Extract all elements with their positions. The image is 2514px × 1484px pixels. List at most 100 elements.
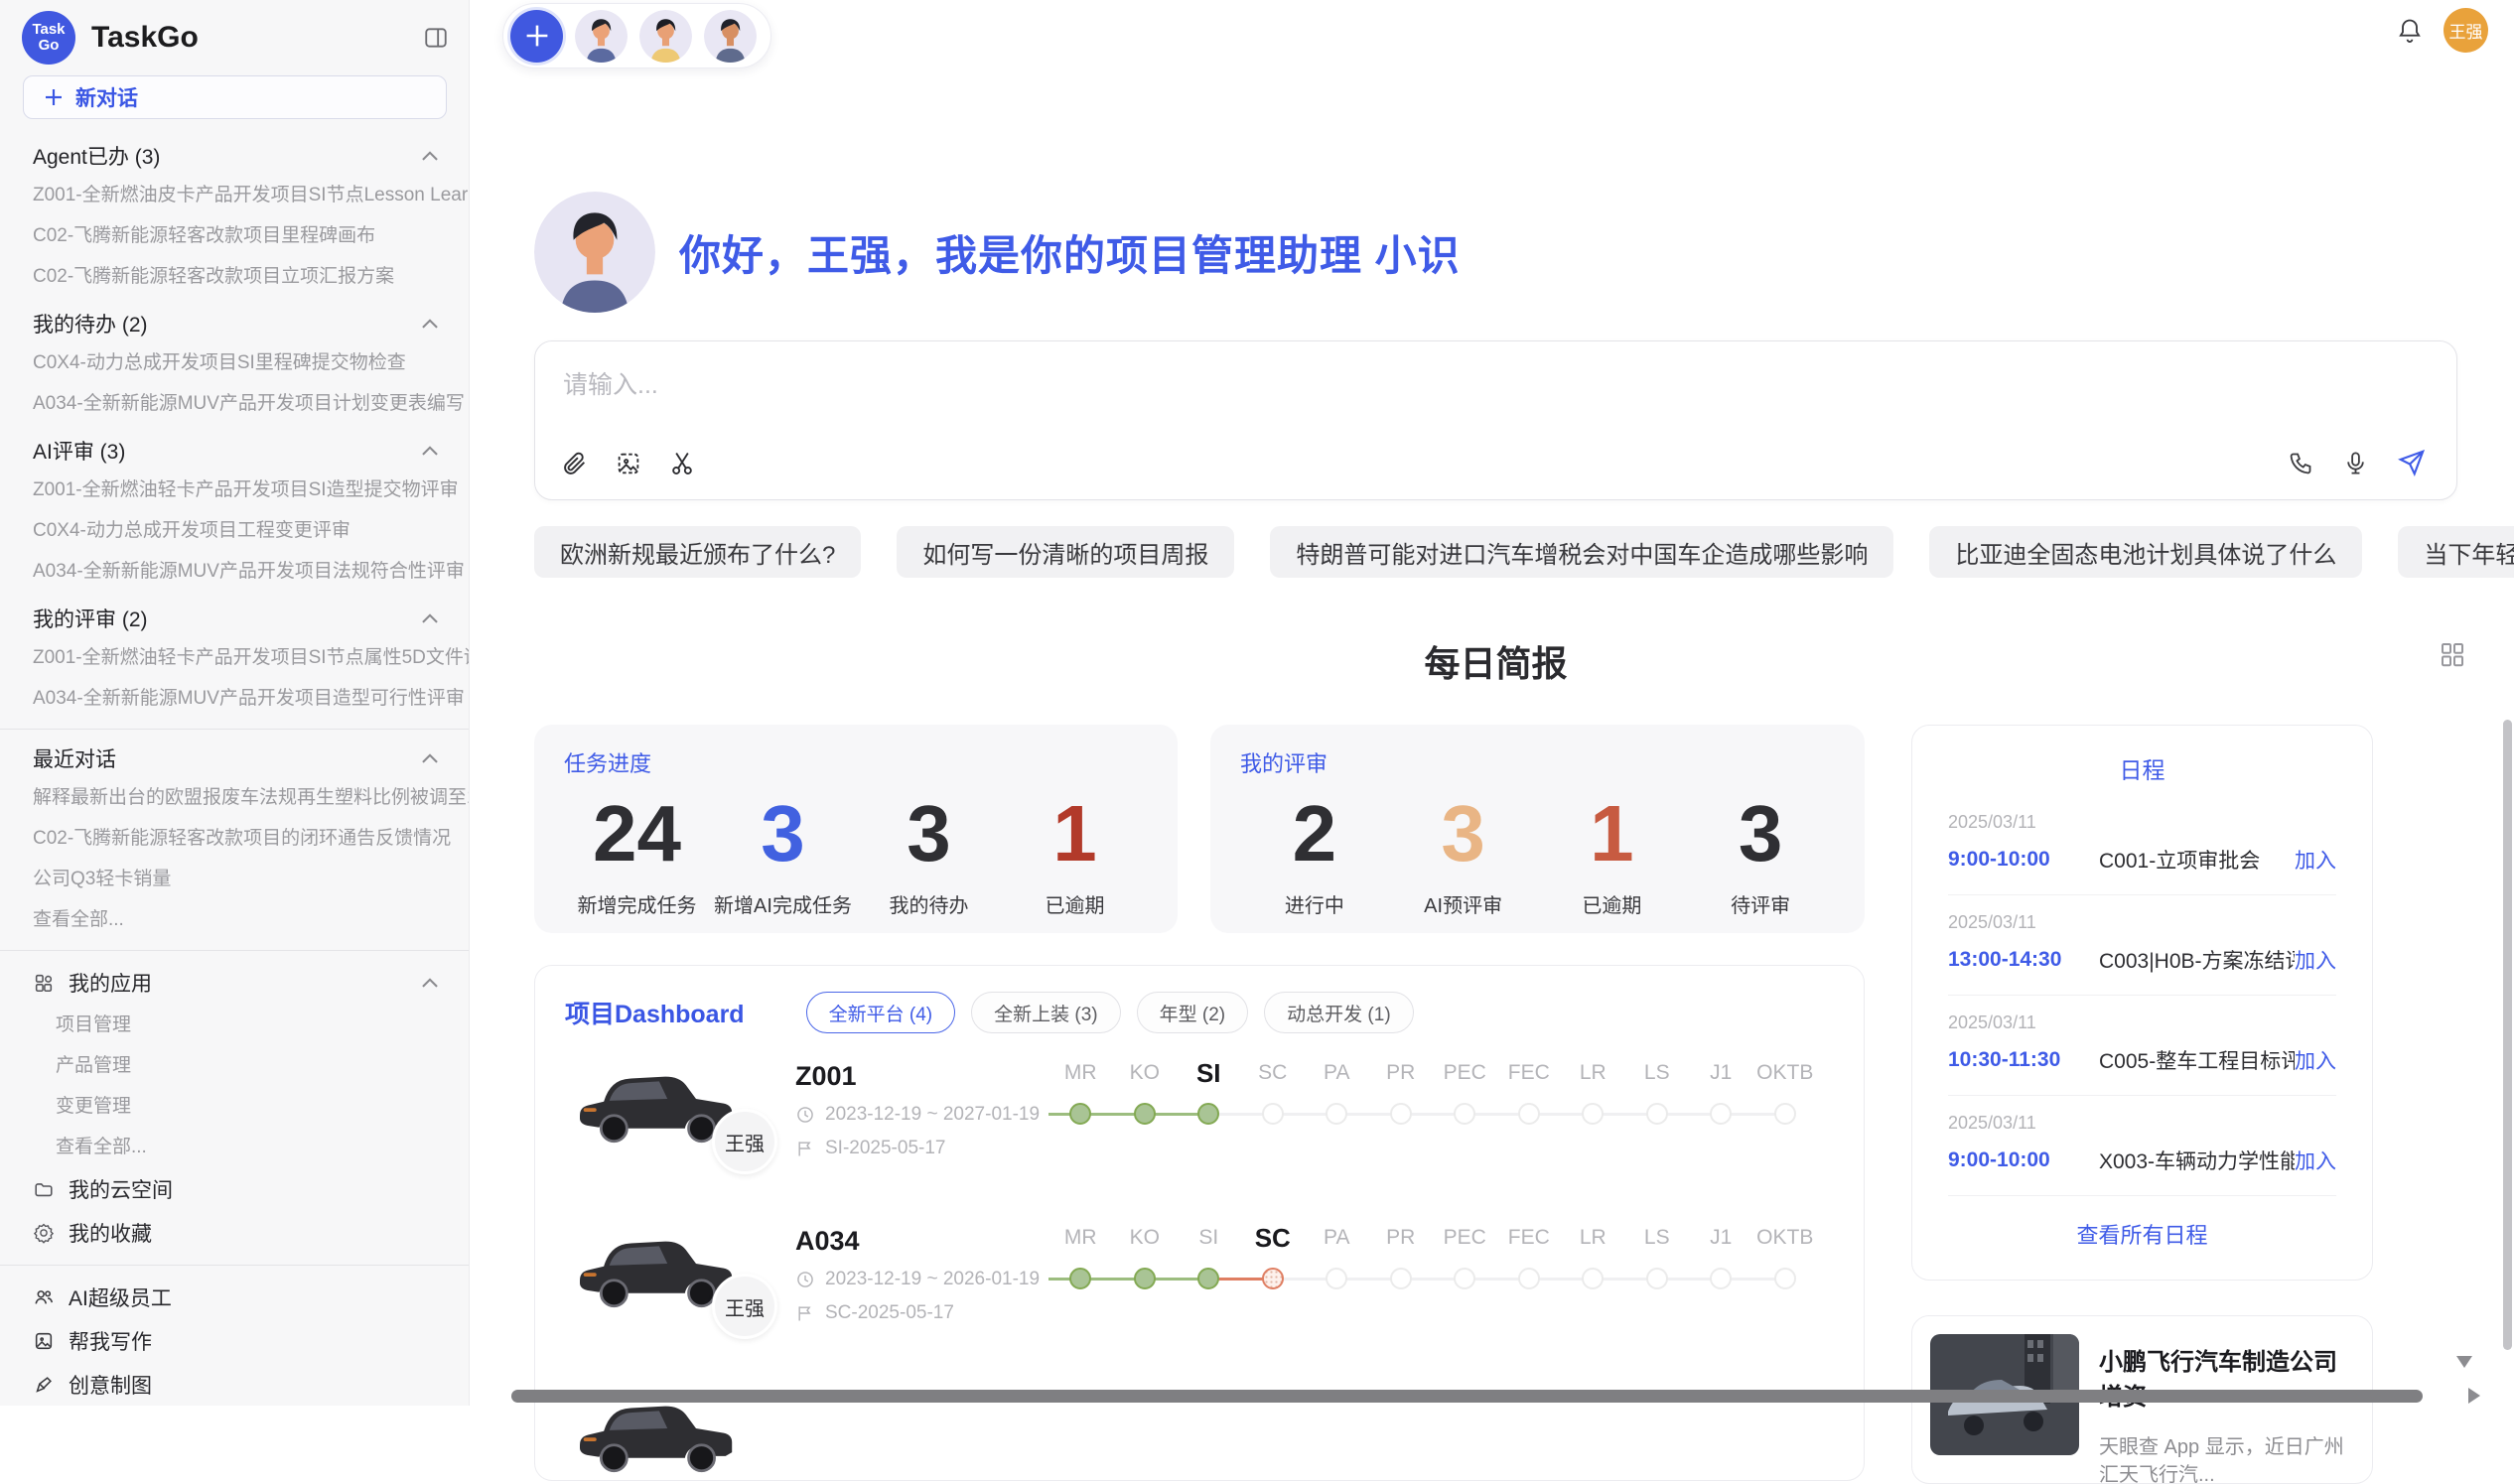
sidebar-task-item[interactable]: A034-全新新能源MUV产品开发项目法规符合性评审	[0, 551, 469, 592]
suggestion-chip[interactable]: 比亚迪全固态电池计划具体说了什么	[1929, 526, 2362, 578]
mic-icon[interactable]	[2342, 450, 2369, 476]
chevron-up-icon[interactable]	[421, 612, 439, 624]
recent-chat-item[interactable]: 公司Q3轻卡销量	[0, 859, 469, 899]
app-sub-item[interactable]: 产品管理	[0, 1045, 469, 1086]
milestone-dot	[1262, 1268, 1284, 1289]
event-title: C005-整车工程目标评审	[2099, 1045, 2295, 1075]
sidebar-task-item[interactable]: C02-飞腾新能源轻客改款项目里程碑画布	[0, 215, 469, 256]
stat-label: 我的待办	[856, 889, 1002, 918]
briefing-layout-icon[interactable]	[2438, 639, 2467, 669]
project-dates: 2023-12-19 ~ 2027-01-19	[825, 1104, 1040, 1126]
app-sub-item[interactable]: 变更管理	[0, 1086, 469, 1127]
stat-item: 24新增完成任务	[564, 788, 710, 918]
phone-icon[interactable]	[2288, 450, 2314, 476]
event-time: 9:00-10:00	[1948, 848, 2099, 872]
app-sub-item[interactable]: 项目管理	[0, 1005, 469, 1045]
sidebar-task-item[interactable]: Z001-全新燃油轻卡产品开发项目SI造型提交物评审	[0, 470, 469, 510]
attachment-icon[interactable]	[561, 450, 589, 477]
suggestion-chip[interactable]: 欧洲新规最近颁布了什么?	[534, 526, 861, 578]
sidebar-task-item[interactable]: Z001-全新燃油皮卡产品开发项目SI节点Lesson Learn报告	[0, 175, 469, 215]
milestone-dot	[1326, 1103, 1347, 1125]
sidebar-section-header[interactable]: 我的待办 (2)	[0, 305, 469, 342]
section-title: 我的待办 (2)	[33, 309, 148, 338]
send-icon[interactable]	[2397, 448, 2427, 477]
agent-avatar-2[interactable]	[639, 10, 692, 63]
dashboard-filter-pill[interactable]: 动总开发 (1)	[1264, 992, 1414, 1033]
scroll-right-arrow[interactable]	[2468, 1388, 2480, 1404]
sidebar-tool-drawing-icon[interactable]: 创意制图	[0, 1363, 469, 1406]
project-row[interactable]: 王强Z0012023-12-19 ~ 2027-01-19SI-2025-05-…	[565, 1047, 1834, 1198]
stat-value: 3	[856, 788, 1002, 879]
recent-chat-item[interactable]: 查看全部...	[0, 899, 469, 940]
join-link[interactable]: 加入	[2295, 845, 2336, 875]
sidebar-link-label: 我的收藏	[69, 1218, 439, 1248]
horizontal-scrollbar[interactable]	[511, 1390, 2423, 1403]
dashboard-filters: 全新平台 (4) 全新上装 (3) 年型 (2) 动总开发 (1)	[806, 992, 1430, 1033]
sidebar-task-item[interactable]: C02-飞腾新能源轻客改款项目立项汇报方案	[0, 256, 469, 297]
join-link[interactable]: 加入	[2295, 1146, 2336, 1175]
dashboard-filter-pill[interactable]: 年型 (2)	[1137, 992, 1249, 1033]
chat-input[interactable]	[549, 363, 2218, 407]
sidebar-task-item[interactable]: C0X4-动力总成开发项目工程变更评审	[0, 510, 469, 551]
milestone-dot	[1454, 1103, 1475, 1125]
add-agent-button[interactable]	[510, 10, 563, 63]
suggestion-chip[interactable]: 特朗普可能对进口汽车增税会对中国车企造成哪些影响	[1270, 526, 1893, 578]
chevron-up-icon[interactable]	[421, 752, 439, 764]
scissors-icon[interactable]	[668, 450, 696, 477]
agent-avatar-1[interactable]	[575, 10, 628, 63]
chevron-up-icon[interactable]	[421, 318, 439, 330]
milestone-dot	[1774, 1103, 1796, 1125]
milestone-dot	[1646, 1103, 1668, 1125]
recent-chat-item[interactable]: 解释最新出台的欧盟报废车法规再生塑料比例被调至15%...	[0, 777, 469, 818]
milestone-label: FEC	[1497, 1222, 1562, 1254]
sidebar-link-cloud-folder-icon[interactable]: 我的云空间	[0, 1167, 469, 1211]
sidebar-section-header[interactable]: 我的评审 (2)	[0, 600, 469, 637]
stat-item: 1已逾期	[1538, 788, 1687, 918]
suggestion-chip[interactable]: 当下年轻人对汽车外观有怎样的喜好趋势	[2398, 526, 2514, 578]
sidebar-task-item[interactable]: A034-全新新能源MUV产品开发项目造型可行性评审	[0, 678, 469, 719]
sidebar-task-item[interactable]: A034-全新新能源MUV产品开发项目计划变更表编写	[0, 383, 469, 424]
milestone: PEC	[1433, 1222, 1497, 1363]
chevron-up-icon[interactable]	[421, 445, 439, 457]
vertical-scrollbar[interactable]	[2503, 720, 2512, 1350]
milestone-label: MR	[1048, 1057, 1113, 1089]
bell-icon[interactable]	[2396, 17, 2424, 45]
scroll-down-arrow[interactable]	[2456, 1356, 2472, 1368]
milestone-dot	[1390, 1103, 1412, 1125]
project-row[interactable]: 王强A0342023-12-19 ~ 2026-01-19SC-2025-05-…	[565, 1212, 1834, 1363]
sidebar-link-favorites-icon[interactable]: 我的收藏	[0, 1211, 469, 1255]
schedule-event: 2025/03/119:00-10:00X003-车辆动力学性能验...加入	[1948, 1096, 2336, 1196]
milestone-label: PR	[1369, 1057, 1434, 1089]
app-sub-item[interactable]: 查看全部...	[0, 1127, 469, 1167]
join-link[interactable]: 加入	[2295, 1045, 2336, 1075]
collapse-sidebar-icon[interactable]	[423, 25, 449, 51]
recent-chat-item[interactable]: C02-飞腾新能源轻客改款项目的闭环通告反馈情况	[0, 818, 469, 859]
sidebar-task-item[interactable]: Z001-全新燃油轻卡产品开发项目SI节点属性5D文件评审	[0, 637, 469, 678]
schedule-event: 2025/03/1113:00-14:30C003|H0B-方案冻结评审加入	[1948, 895, 2336, 996]
view-all-schedule-link[interactable]: 查看所有日程	[1912, 1218, 2372, 1250]
sidebar-section-header[interactable]: Agent已办 (3)	[0, 137, 469, 175]
sidebar-tool-writing-icon[interactable]: 帮我写作	[0, 1319, 469, 1363]
chevron-up-icon[interactable]	[421, 977, 439, 989]
dashboard-filter-pill[interactable]: 全新平台 (4)	[806, 992, 956, 1033]
my-apps-header[interactable]: 我的应用	[0, 961, 469, 1005]
stat-item: 3待评审	[1686, 788, 1835, 918]
new-chat-button[interactable]: 新对话	[23, 75, 447, 119]
milestone-dot	[1454, 1268, 1475, 1289]
assistant-greeting: 你好，王强，我是你的项目管理助理 小识	[679, 222, 1461, 283]
user-avatar[interactable]: 王强	[2444, 8, 2488, 53]
dashboard-filter-pill[interactable]: 全新上装 (3)	[971, 992, 1121, 1033]
join-link[interactable]: 加入	[2295, 945, 2336, 975]
agent-avatar-3[interactable]	[704, 10, 757, 63]
chevron-up-icon[interactable]	[421, 150, 439, 162]
sidebar-tool-ai-staff-icon[interactable]: AI超级员工	[0, 1276, 469, 1319]
recent-chats-header[interactable]: 最近对话	[0, 740, 469, 777]
milestone: PA	[1305, 1057, 1369, 1198]
sidebar-section-header[interactable]: AI评审 (3)	[0, 432, 469, 470]
event-title: C003|H0B-方案冻结评审	[2099, 945, 2295, 975]
suggestion-chip[interactable]: 如何写一份清晰的项目周报	[897, 526, 1234, 578]
milestone-label: PEC	[1433, 1057, 1497, 1089]
section-title: 最近对话	[33, 743, 116, 773]
image-icon[interactable]	[615, 450, 642, 477]
sidebar-task-item[interactable]: C0X4-动力总成开发项目SI里程碑提交物检查	[0, 342, 469, 383]
